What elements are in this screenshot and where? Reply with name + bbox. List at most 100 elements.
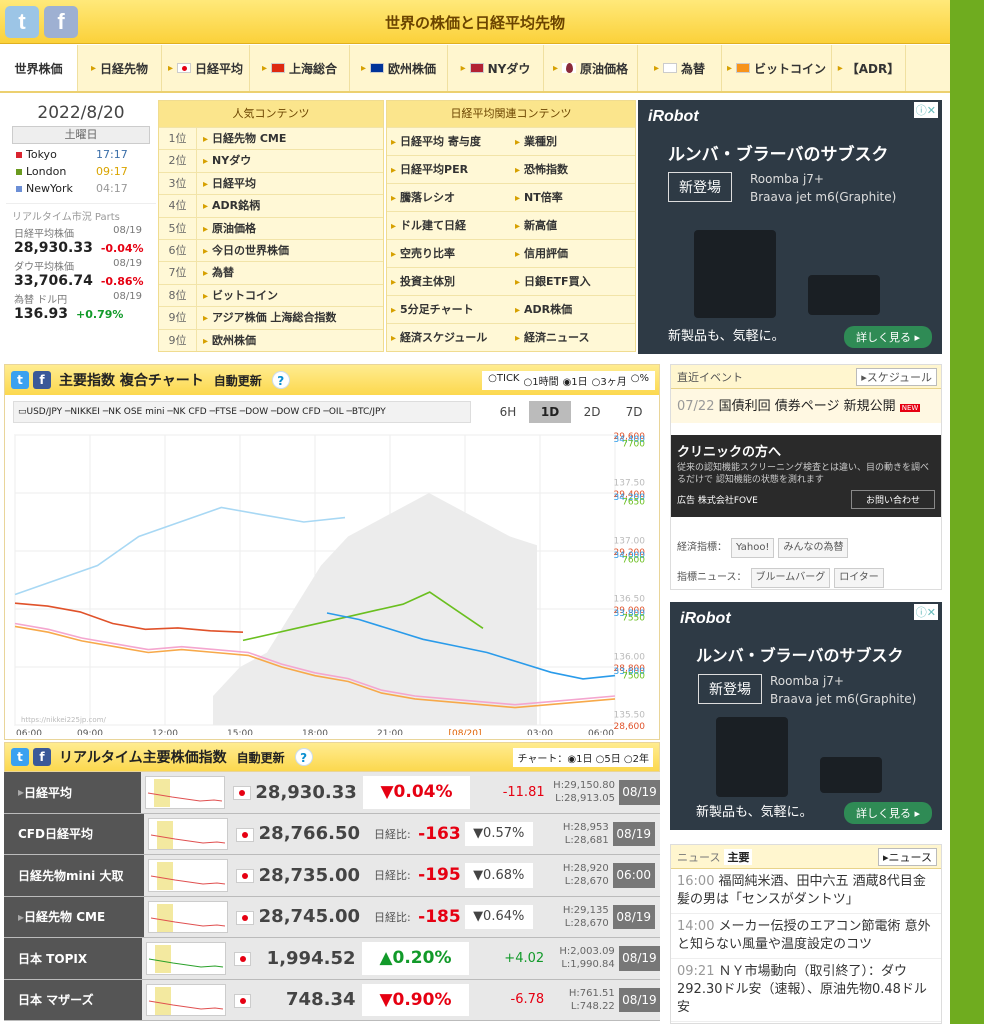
facebook-icon[interactable]: f <box>33 748 51 766</box>
range-button-6h[interactable]: 6H <box>487 401 529 423</box>
help-icon[interactable]: ? <box>271 371 290 389</box>
index-name[interactable]: ▸ 日経先物 CME <box>4 896 144 937</box>
related-item[interactable]: ▸ 経済ニュース <box>511 323 635 351</box>
related-item[interactable]: ▸ ADR株価 <box>511 295 635 323</box>
related-item[interactable]: ▸ 信用評価 <box>511 239 635 267</box>
news-item[interactable]: 09:21 ＮＹ市場動向（取引終了）：ダウ292.30ドル安（速報）、原油先物0.… <box>671 959 941 1022</box>
popular-item[interactable]: 6位 ▸ 今日の世界株価 <box>159 238 383 262</box>
related-item[interactable]: ▸ ドル建て日経 <box>387 211 511 239</box>
range-button-7d[interactable]: 7D <box>613 401 655 423</box>
index-name[interactable]: CFD日経平均 <box>4 813 144 854</box>
clinic-ad[interactable]: クリニックの方へ 従来の認知機能スクリーニング検査とは違い、目の動きを調べるだけ… <box>671 435 941 517</box>
nav-item-3[interactable]: ▸ 上海総合 <box>250 45 350 91</box>
ad-cta-button[interactable]: 詳しく見る ▸ <box>843 802 932 824</box>
parts-label[interactable]: リアルタイム市況 Parts <box>6 203 156 223</box>
popular-item[interactable]: 5位 ▸ 原油価格 <box>159 216 383 239</box>
nav-item-8[interactable]: ▸ ビットコイン <box>722 45 832 91</box>
index-name[interactable]: ▸ 日経平均 <box>4 772 142 813</box>
period-radio[interactable]: ◉1日 <box>563 373 588 388</box>
index-name[interactable]: 日経先物mini 大取 <box>4 855 144 896</box>
yahoo-link[interactable]: Yahoo! <box>731 538 775 558</box>
nav-item-4[interactable]: ▸ 欧州株価 <box>350 45 448 91</box>
site-title[interactable]: 世界の株価と日経平均先物 <box>0 12 950 33</box>
ad-cta-button[interactable]: 詳しく見る ▸ <box>843 326 932 348</box>
related-item[interactable]: ▸ 日経平均 寄与度 <box>387 127 511 155</box>
facebook-icon[interactable]: f <box>33 371 51 389</box>
mini-quote[interactable]: ダウ平均株価 08/19 33,706.74 -0.86% <box>6 258 156 289</box>
popular-item[interactable]: 2位 ▸ NYダウ <box>159 149 383 172</box>
related-item[interactable]: ▸ 日経平均PER <box>387 155 511 183</box>
index-row[interactable]: 日本 マザーズ 748.34 ▼0.90% -6.78 H:761.51 L:748.22… <box>4 979 661 1021</box>
schedule-link[interactable]: ▸スケジュール <box>856 367 937 386</box>
related-item[interactable]: ▸ 経済スケジュール <box>387 323 511 351</box>
nav-item-7[interactable]: ▸ 為替 <box>638 45 722 91</box>
high-value: H:29,150.80 <box>553 780 615 792</box>
nav-item-1[interactable]: ▸ 日経先物 <box>78 45 162 91</box>
news-item[interactable]: 16:00 福岡純米酒、田中六五 酒蔵8代目金髪の男は「センスがダントツ」 <box>671 869 941 914</box>
chart-legend[interactable]: ▭USD/JPY ─NIKKEI ─NK OSE mini ─NK CFD ─F… <box>13 401 471 423</box>
ad-close-icon[interactable]: ⓘ✕ <box>913 102 938 118</box>
index-row[interactable]: 日本 TOPIX 1,994.52 ▲0.20% +4.02 H:2,003.09 L:1… <box>4 938 661 980</box>
nav-item-6[interactable]: ▸ 原油価格 <box>544 45 638 91</box>
irobot-ad-top[interactable]: iRobot ⓘ✕ ルンバ・ブラーバのサブスク 新登場 Roomba j7+ Br… <box>638 100 942 354</box>
range-button-1d[interactable]: 1D <box>529 401 571 423</box>
related-item[interactable]: ▸ 騰落レシオ <box>387 183 511 211</box>
label-text: 信用評価 <box>524 247 569 260</box>
mini-quote[interactable]: 為替 ドル円 08/19 136.93 +0.79% <box>6 291 156 322</box>
index-row[interactable]: 日経先物mini 大取 28,735.00 日経比: -195 ▼0.68% H:28,9… <box>4 855 660 897</box>
news-tab-major[interactable]: 主要 <box>724 848 753 865</box>
related-item[interactable]: ▸ 投資主体別 <box>387 267 511 295</box>
y-tick-label: 7550 <box>622 613 645 623</box>
index-row[interactable]: CFD日経平均 28,766.50 日経比: -163 ▼0.57% H:28,953 L:… <box>4 813 660 855</box>
chart-span-radios[interactable]: チャート：◉1日 ○5日 ○2年 <box>513 747 653 767</box>
related-item[interactable]: ▸ NT倍率 <box>511 183 635 211</box>
nav-item-9[interactable]: ▸ 【ADR】 <box>832 45 906 91</box>
nav-item-0[interactable]: 世界株価 <box>0 45 78 91</box>
index-row[interactable]: ▸ 日経平均 28,930.33 ▼0.04% -11.81 H:29,150.80 L:… <box>4 772 660 814</box>
index-name[interactable]: 日本 TOPIX <box>4 938 142 979</box>
period-radio[interactable]: ○3ヶ月 <box>592 373 627 388</box>
related-item[interactable]: ▸ 日銀ETF買入 <box>511 267 635 295</box>
minkabu-fx-link[interactable]: みんなの為替 <box>778 538 849 558</box>
event-item[interactable]: 07/22 国債利回 債券ページ 新規公開 NEW <box>671 389 941 423</box>
index-row[interactable]: ▸ 日経先物 CME 28,745.00 日経比: -185 ▼0.64% H:29,13… <box>4 896 660 938</box>
nav-item-5[interactable]: ▸ NYダウ <box>448 45 544 91</box>
period-radios[interactable]: ○TICK ○1時間 ◉1日 ○3ヶ月 ○% <box>482 370 655 390</box>
news-link[interactable]: ▸ニュース <box>878 847 937 866</box>
period-radio[interactable]: ○1時間 <box>523 373 558 388</box>
related-item[interactable]: ▸ 業種別 <box>511 127 635 155</box>
news-header: ニュース 主要 ▸ニュース <box>671 845 941 869</box>
period-radio[interactable]: ○TICK <box>488 373 519 388</box>
index-name[interactable]: 日本 マザーズ <box>4 979 142 1020</box>
mini-quote[interactable]: 日経平均株価 08/19 28,930.33 -0.04% <box>6 225 156 256</box>
bloomberg-link[interactable]: ブルームバーグ <box>750 568 831 588</box>
range-button-2d[interactable]: 2D <box>571 401 613 423</box>
city-marker-icon <box>16 186 22 192</box>
news-tab[interactable]: ニュース <box>677 849 720 865</box>
composite-chart[interactable]: 06:00 09:00 12:00 15:00 18:00 21:00 [08/20] 03:… <box>11 429 651 735</box>
event-text: 国債利回 債券ページ 新規公開 <box>718 399 896 414</box>
help-icon[interactable]: ? <box>294 748 313 766</box>
clinic-contact-button[interactable]: お問い合わせ <box>850 490 935 509</box>
popular-item[interactable]: 9位 ▸ 欧州株価 <box>159 328 383 351</box>
related-item[interactable]: ▸ 空売り比率 <box>387 239 511 267</box>
popular-item[interactable]: 3位 ▸ 日経平均 <box>159 171 383 195</box>
irobot-ad-side[interactable]: iRobot ⓘ✕ ルンバ・ブラーバのサブスク 新登場 Roomba j7+ Br… <box>670 602 942 830</box>
x-tick-label: 15:00 <box>227 729 253 735</box>
popular-item[interactable]: 4位 ▸ ADR銘柄 <box>159 194 383 217</box>
period-radio[interactable]: ○% <box>631 373 649 388</box>
related-item[interactable]: ▸ 恐怖指数 <box>511 155 635 183</box>
ad-close-icon[interactable]: ⓘ✕ <box>913 604 938 620</box>
popular-item[interactable]: 1位 ▸ 日経先物 CME <box>159 127 383 150</box>
popular-item[interactable]: 8位 ▸ ビットコイン <box>159 283 383 307</box>
related-item[interactable]: ▸ 新高値 <box>511 211 635 239</box>
y-tick-label: 135.50 <box>614 710 646 720</box>
news-item[interactable]: 14:00 メーカー伝授のエアコン節電術 意外と知らない風量や温度設定のコツ <box>671 914 941 959</box>
reuters-link[interactable]: ロイター <box>834 568 884 588</box>
twitter-icon[interactable]: t <box>11 748 29 766</box>
twitter-icon[interactable]: t <box>11 371 29 389</box>
nav-item-2[interactable]: ▸ 日経平均 <box>162 45 250 91</box>
popular-item[interactable]: 7位 ▸ 為替 <box>159 261 383 284</box>
related-item[interactable]: ▸ 5分足チャート <box>387 295 511 323</box>
popular-item[interactable]: 9位 ▸ アジア株価 上海総合指数 <box>159 306 383 329</box>
